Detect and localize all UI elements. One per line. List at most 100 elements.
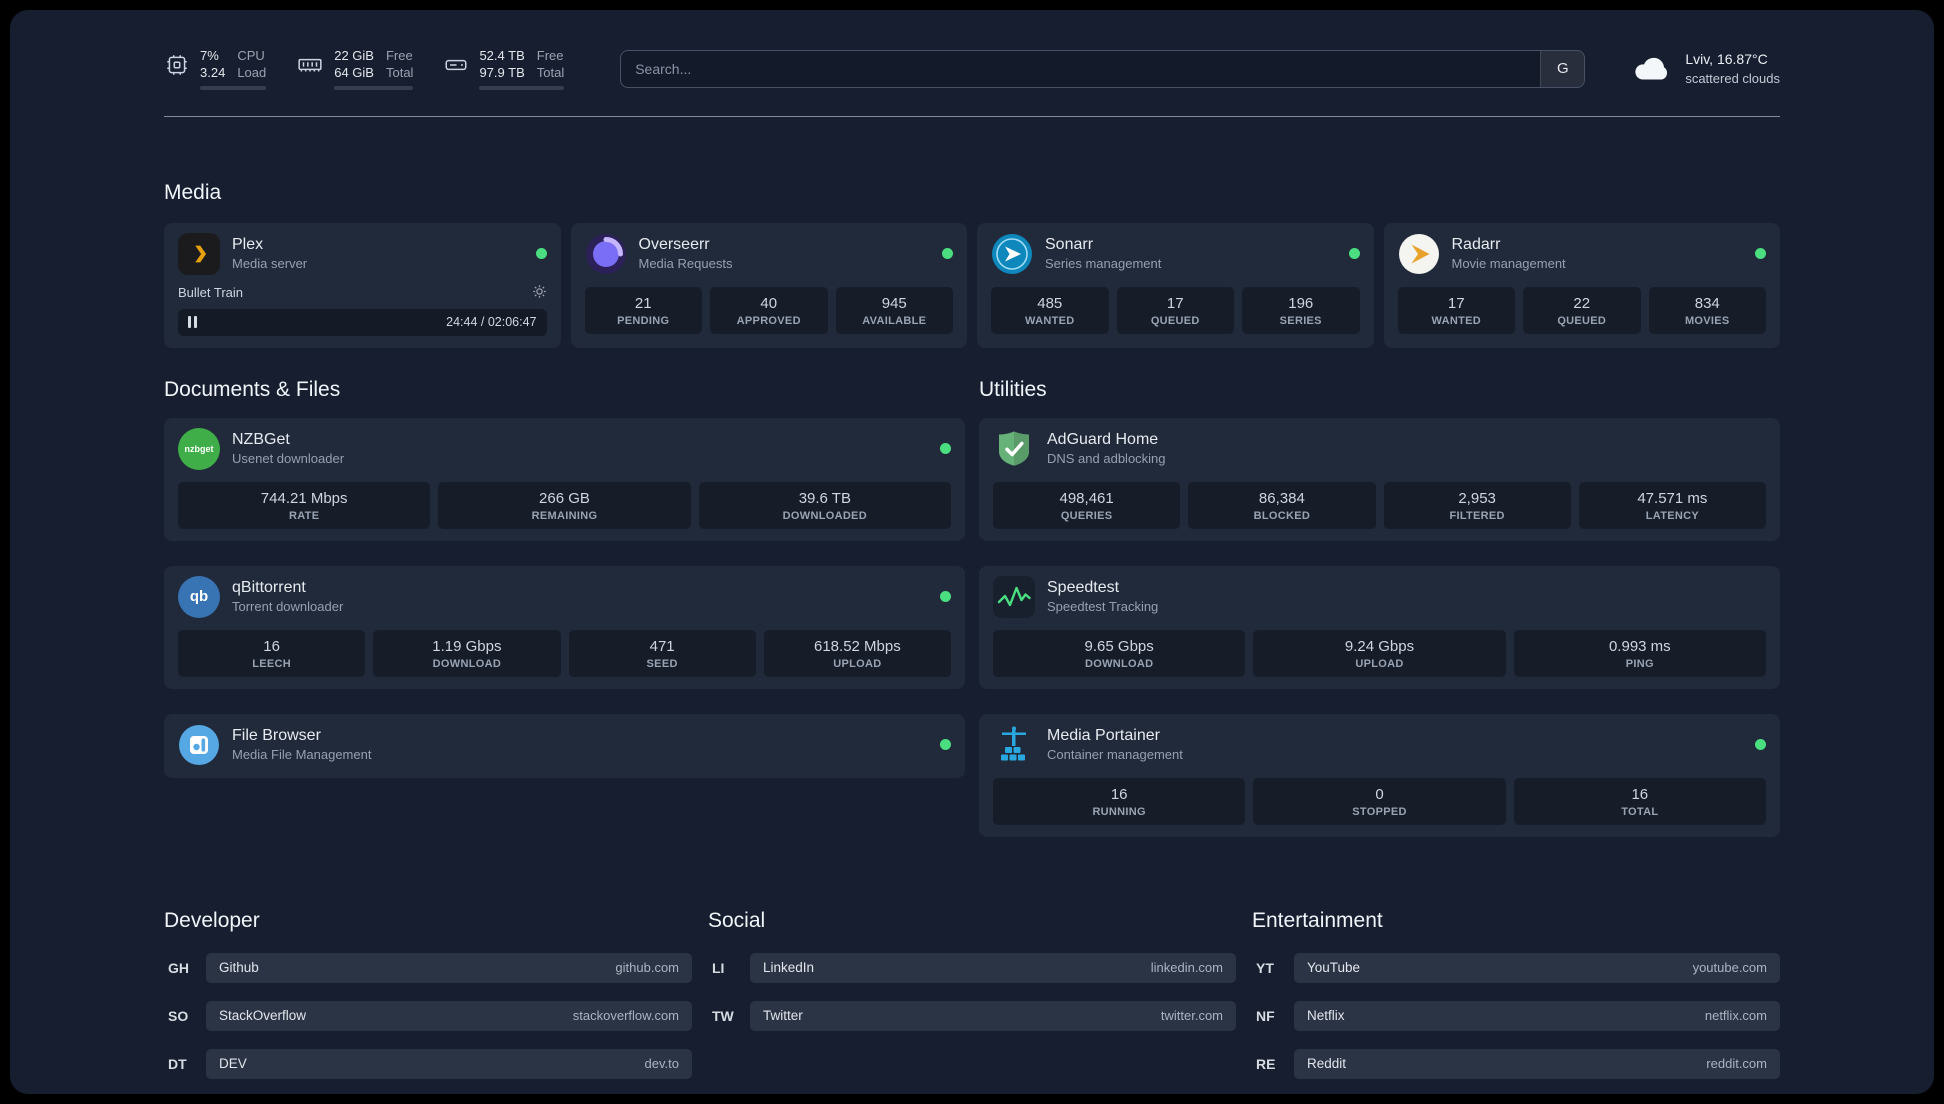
stat-block: 498,461 QUERIES xyxy=(993,481,1181,529)
settings-gear-icon[interactable] xyxy=(532,284,547,302)
service-name: qBittorrent xyxy=(232,578,306,596)
bookmark-abbr: TW xyxy=(712,1007,734,1024)
playback-time: 24:44 / 02:06:47 xyxy=(446,315,537,330)
search-engine-button[interactable]: G xyxy=(1540,50,1585,87)
stat-block: 0.993 ms PING xyxy=(1513,629,1766,677)
cpu-load: 3.24 xyxy=(200,64,226,80)
stat-block: 16 RUNNING xyxy=(993,777,1246,825)
bookmark-name: YouTube xyxy=(1307,960,1361,976)
stat-block: 9.65 Gbps DOWNLOAD xyxy=(993,629,1246,677)
section-title-utilities: Utilities xyxy=(979,377,1047,401)
bookmark-linkedin[interactable]: LI LinkedIn linkedin.com xyxy=(708,952,1236,983)
stat-block: 39.6 TB DOWNLOADED xyxy=(698,481,951,529)
cpu-load-label: Load xyxy=(237,64,267,80)
status-dot xyxy=(1348,248,1360,260)
bookmark-url: stackoverflow.com xyxy=(572,1008,679,1024)
search-box: G xyxy=(620,49,1586,88)
stat-block: 22 QUEUED xyxy=(1523,286,1641,334)
pause-button[interactable] xyxy=(188,316,197,329)
service-name: File Browser xyxy=(232,726,321,744)
disk-total: 97.9 TB xyxy=(479,64,525,80)
status-dot xyxy=(1755,248,1766,260)
bookmark-abbr: NF xyxy=(1256,1007,1275,1024)
bookmark-github[interactable]: GH Github github.com xyxy=(164,952,692,983)
service-desc: DNS and adblocking xyxy=(1047,450,1166,466)
service-link-sonarr[interactable]: Sonarr Series management xyxy=(991,233,1360,275)
service-link-qbittorrent[interactable]: qb qBittorrent Torrent downloader xyxy=(178,575,951,618)
service-desc: Container management xyxy=(1047,746,1183,762)
service-desc: Usenet downloader xyxy=(232,450,345,466)
stat-block: 40 APPROVED xyxy=(710,286,828,334)
bookmark-abbr: DT xyxy=(168,1055,187,1072)
status-dot xyxy=(940,739,951,751)
sonarr-icon xyxy=(991,233,1033,275)
stat-block: 485 WANTED xyxy=(991,286,1109,334)
dashboard: 7% CPU 3.24 Load 22 GiB Free 64 GiB Tota… xyxy=(10,10,1934,1094)
stat-block: 16 LEECH xyxy=(178,629,366,677)
bookmark-url: dev.to xyxy=(644,1056,679,1072)
bookmark-url: youtube.com xyxy=(1692,960,1767,976)
memory-icon xyxy=(296,52,324,83)
now-playing-title: Bullet Train xyxy=(178,285,244,301)
plex-icon xyxy=(178,232,220,275)
topbar-divider xyxy=(164,115,1780,117)
service-name: Plex xyxy=(232,235,264,253)
stat-block: 196 SERIES xyxy=(1242,286,1360,334)
bookmark-name: StackOverflow xyxy=(219,1008,307,1024)
status-dot xyxy=(535,248,547,260)
service-link-portainer[interactable]: Media Portainer Container management xyxy=(993,724,1766,766)
bookmark-url: reddit.com xyxy=(1706,1056,1767,1072)
bookmark-youtube[interactable]: YT YouTube youtube.com xyxy=(1252,952,1780,983)
media-grid: Plex Media server Bullet Train 24:44 / 0… xyxy=(164,222,1780,348)
bookmark-url: twitter.com xyxy=(1160,1008,1223,1024)
search-input[interactable] xyxy=(621,50,1541,87)
service-link-speedtest[interactable]: Speedtest Speedtest Tracking xyxy=(993,575,1766,618)
speedtest-icon xyxy=(993,575,1035,618)
bookmark-netflix[interactable]: NF Netflix netflix.com xyxy=(1252,1000,1780,1031)
service-name: AdGuard Home xyxy=(1047,430,1159,448)
bookmark-abbr: YT xyxy=(1256,959,1274,976)
bookmark-abbr: LI xyxy=(712,959,725,976)
service-card-qbittorrent: qb qBittorrent Torrent downloader 16 LEE… xyxy=(164,565,965,689)
bookmark-stackoverflow[interactable]: SO StackOverflow stackoverflow.com xyxy=(164,1000,692,1031)
service-link-plex[interactable]: Plex Media server xyxy=(178,232,547,275)
cpu-progress-bar xyxy=(200,85,267,90)
bookmark-twitter[interactable]: TW Twitter twitter.com xyxy=(708,1000,1236,1031)
memory-progress-bar xyxy=(334,85,414,90)
stat-block: 47.571 ms LATENCY xyxy=(1578,481,1766,529)
memory-total-label: Total xyxy=(385,64,414,80)
status-dot xyxy=(940,443,951,455)
section-title-social: Social xyxy=(708,908,766,932)
stat-block: 0 STOPPED xyxy=(1253,777,1506,825)
service-link-adguard[interactable]: AdGuard Home DNS and adblocking xyxy=(993,428,1766,470)
service-name: Sonarr xyxy=(1045,235,1094,253)
status-dot xyxy=(1755,739,1766,751)
weather-widget: Lviv, 16.87°C scattered clouds xyxy=(1631,50,1780,88)
stat-block: 266 GB REMAINING xyxy=(438,481,691,529)
weather-condition: scattered clouds xyxy=(1685,70,1780,86)
stat-block: 2,953 FILTERED xyxy=(1383,481,1571,529)
service-desc: Series management xyxy=(1045,255,1162,271)
service-card-nzbget: nzbget NZBGet Usenet downloader 744.21 M… xyxy=(164,417,965,541)
service-link-filebrowser[interactable]: File Browser Media File Management xyxy=(178,724,951,766)
stat-block: 17 QUEUED xyxy=(1116,286,1234,334)
service-link-nzbget[interactable]: nzbget NZBGet Usenet downloader xyxy=(178,427,951,470)
cloud-icon xyxy=(1631,51,1673,86)
disk-progress-bar xyxy=(479,85,565,90)
bookmark-dev[interactable]: DT DEV dev.to xyxy=(164,1048,692,1079)
filebrowser-icon xyxy=(178,724,220,766)
cpu-icon xyxy=(164,52,190,83)
bookmark-reddit[interactable]: RE Reddit reddit.com xyxy=(1252,1048,1780,1079)
section-title-developer: Developer xyxy=(164,908,260,932)
service-link-radarr[interactable]: Radarr Movie management xyxy=(1398,233,1766,275)
status-dot xyxy=(942,248,953,260)
bookmark-group-developer: Developer GH Github github.com SO StackO… xyxy=(164,909,692,1094)
stat-block: 744.21 Mbps RATE xyxy=(178,481,431,529)
service-card-sonarr: Sonarr Series management 485 WANTED 17 Q… xyxy=(977,222,1374,348)
bookmark-group-entertainment: Entertainment YT YouTube youtube.com NF … xyxy=(1252,909,1780,1094)
service-name: Speedtest xyxy=(1047,578,1120,596)
cpu-percent: 7% xyxy=(200,48,219,63)
section-title-documents: Documents & Files xyxy=(164,377,341,401)
service-link-overseerr[interactable]: Overseerr Media Requests xyxy=(585,233,953,275)
stat-block: 1.19 Gbps DOWNLOAD xyxy=(373,629,561,677)
